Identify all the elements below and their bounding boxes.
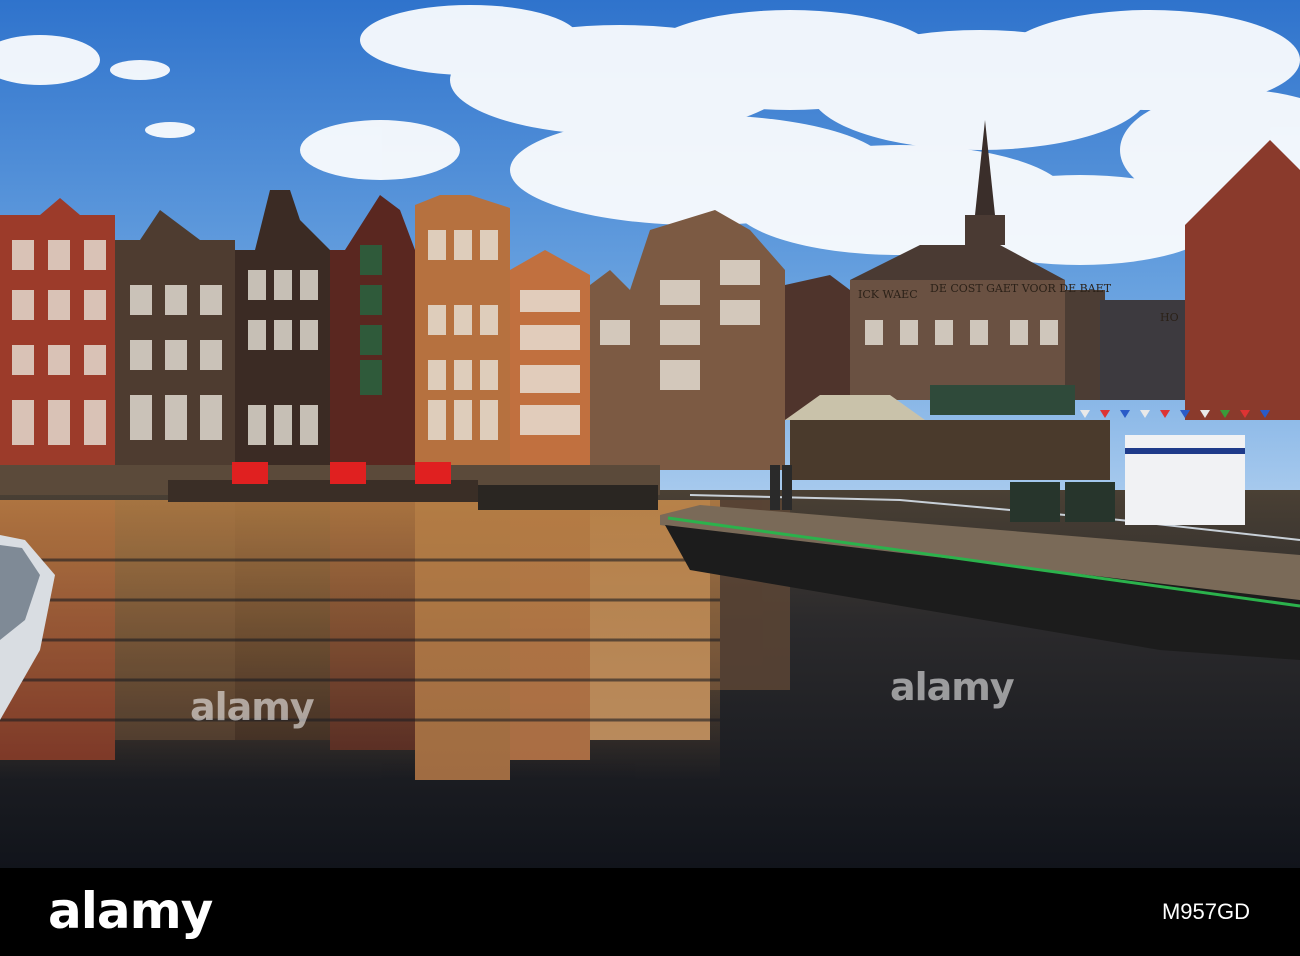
small-boat bbox=[478, 485, 658, 510]
watermark-1: alamy bbox=[190, 685, 315, 729]
red-containers bbox=[232, 462, 451, 484]
canal-scene: ICK WAEC DE COST GAET VOOR DE BAET HO bbox=[0, 0, 1300, 868]
stock-footer: alamy M957GD bbox=[0, 868, 1300, 956]
sign-left: ICK WAEC bbox=[858, 288, 918, 301]
cafe-terrace bbox=[785, 385, 1110, 480]
sign-hotel: HO bbox=[1160, 311, 1179, 324]
canal-photo: ICK WAEC DE COST GAET VOOR DE BAET HO al… bbox=[0, 0, 1300, 868]
sign-right: DE COST GAET VOOR DE BAET bbox=[930, 282, 1112, 295]
alamy-logo[interactable]: alamy bbox=[48, 886, 213, 936]
image-id: M957GD bbox=[1161, 899, 1250, 924]
watermark-2: alamy bbox=[890, 665, 1015, 709]
